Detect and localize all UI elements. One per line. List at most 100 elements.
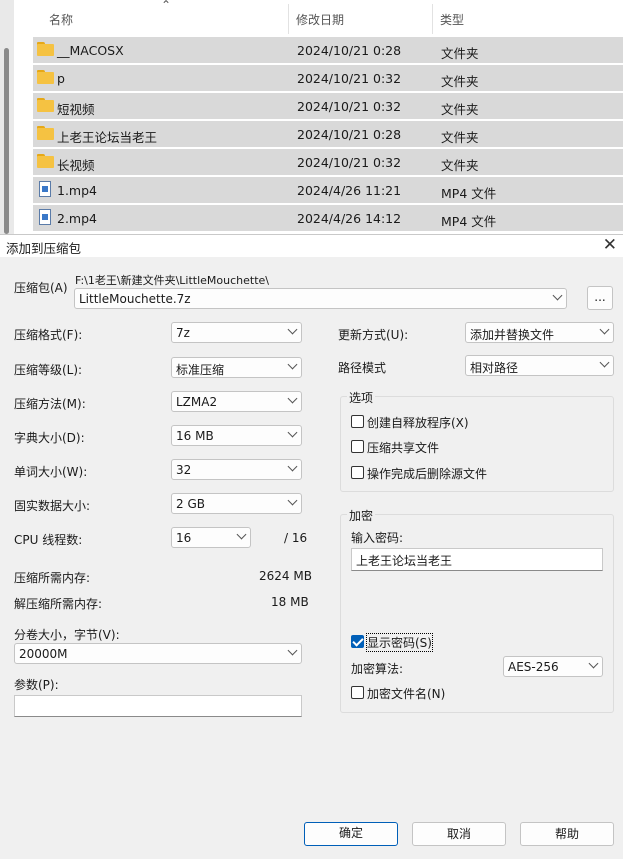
- chevron-down-icon: [287, 393, 298, 404]
- word-size-select[interactable]: 32: [171, 459, 302, 480]
- memory-compress-value: 2624 MB: [259, 569, 312, 583]
- word-size-label: 单词大小(W):: [14, 465, 88, 479]
- ok-button[interactable]: 确定: [304, 822, 398, 846]
- options-group-title: 选项: [347, 389, 376, 406]
- file-type: 文件夹: [441, 130, 479, 145]
- dialog-titlebar[interactable]: 添加到压缩包 ✕: [0, 235, 623, 257]
- level-label: 压缩等级(L):: [14, 363, 83, 377]
- volume-size-label: 分卷大小，字节(V):: [14, 628, 120, 642]
- method-label: 压缩方法(M):: [14, 397, 86, 411]
- column-name[interactable]: 名称: [49, 11, 73, 28]
- file-row[interactable]: __MACOSX 2024/10/21 0:28 文件夹: [33, 37, 623, 63]
- parameters-input[interactable]: [14, 695, 302, 717]
- encryption-group: 加密 输入密码: 上老王论坛当老王 显示密码(S) 加密算法: AES-256 …: [340, 507, 614, 713]
- file-row[interactable]: 长视频 2024/10/21 0:32 文件夹: [33, 149, 623, 175]
- file-name: 短视频: [57, 102, 95, 117]
- path-mode-value: 相对路径: [470, 361, 519, 375]
- video-file-icon: [39, 181, 51, 197]
- folder-icon: [37, 126, 54, 140]
- create-sfx-checkbox[interactable]: [351, 415, 364, 428]
- path-mode-select[interactable]: 相对路径: [465, 355, 614, 376]
- explorer-file-list: 名称 ⌃ 修改日期 类型 __MACOSX 2024/10/21 0:28 文件…: [0, 0, 623, 234]
- dialog-title: 添加到压缩包: [6, 241, 82, 256]
- file-date: 2024/10/21 0:28: [297, 127, 402, 142]
- file-name: 上老王论坛当老王: [57, 130, 158, 145]
- parameters-label: 参数(P):: [14, 678, 59, 692]
- column-separator[interactable]: [432, 4, 433, 34]
- file-type: 文件夹: [441, 46, 479, 61]
- cpu-threads-select[interactable]: 16: [171, 527, 251, 548]
- chevron-down-icon: [236, 529, 247, 540]
- file-row[interactable]: 2.mp4 2024/4/26 14:12 MP4 文件: [33, 205, 623, 231]
- file-name: p: [57, 71, 65, 86]
- chevron-down-icon: [287, 359, 298, 370]
- help-button[interactable]: 帮助: [520, 822, 614, 846]
- add-to-archive-dialog: 添加到压缩包 ✕ 压缩包(A) F:\1老王\新建文件夹\LittleMouch…: [0, 234, 623, 859]
- sort-ascending-icon: ⌃: [161, 0, 172, 12]
- method-value: LZMA2: [176, 395, 218, 409]
- chevron-down-icon: [588, 658, 599, 669]
- encryption-method-select[interactable]: AES-256: [503, 656, 603, 677]
- column-type[interactable]: 类型: [440, 11, 464, 28]
- folder-icon: [37, 70, 54, 84]
- password-input[interactable]: 上老王论坛当老王: [351, 548, 603, 571]
- chevron-down-icon: [287, 495, 298, 506]
- dictionary-value: 16 MB: [176, 429, 214, 443]
- scrollbar-thumb[interactable]: [4, 48, 9, 234]
- delete-after-label[interactable]: 操作完成后删除源文件: [367, 465, 487, 482]
- file-date: 2024/4/26 11:21: [297, 183, 402, 198]
- volume-size-combo[interactable]: 20000M: [14, 643, 302, 664]
- column-separator[interactable]: [288, 4, 289, 34]
- folder-icon: [37, 154, 54, 168]
- file-row[interactable]: p 2024/10/21 0:32 文件夹: [33, 65, 623, 91]
- create-sfx-label[interactable]: 创建自释放程序(X): [367, 414, 469, 431]
- volume-size-value: 20000M: [19, 647, 68, 661]
- file-name: __MACOSX: [57, 43, 124, 58]
- close-icon[interactable]: ✕: [603, 235, 617, 255]
- encrypt-filenames-checkbox[interactable]: [351, 686, 364, 699]
- password-label: 输入密码:: [351, 531, 404, 545]
- cpu-threads-value: 16: [176, 531, 192, 545]
- chevron-down-icon: [287, 427, 298, 438]
- file-date: 2024/4/26 14:12: [297, 211, 402, 226]
- browse-button[interactable]: ...: [587, 286, 613, 310]
- file-row[interactable]: 短视频 2024/10/21 0:32 文件夹: [33, 93, 623, 119]
- file-date: 2024/10/21 0:28: [297, 43, 402, 58]
- show-password-label[interactable]: 显示密码(S): [366, 633, 433, 652]
- archive-name-value: LittleMouchette.7z: [79, 292, 191, 306]
- file-date: 2024/10/21 0:32: [297, 99, 402, 114]
- folder-icon: [37, 42, 54, 56]
- file-row[interactable]: 上老王论坛当老王 2024/10/21 0:28 文件夹: [33, 121, 623, 147]
- encrypt-filenames-label[interactable]: 加密文件名(N): [367, 685, 445, 702]
- method-select[interactable]: LZMA2: [171, 391, 302, 412]
- update-mode-select[interactable]: 添加并替换文件: [465, 322, 614, 343]
- encryption-method-value: AES-256: [508, 660, 559, 674]
- compress-shared-label[interactable]: 压缩共享文件: [367, 439, 439, 456]
- format-select[interactable]: 7z: [171, 322, 302, 343]
- file-date: 2024/10/21 0:32: [297, 155, 402, 170]
- file-date: 2024/10/21 0:32: [297, 71, 402, 86]
- column-header: 名称 ⌃ 修改日期 类型: [30, 0, 623, 36]
- level-select[interactable]: 标准压缩: [171, 357, 302, 378]
- file-type: 文件夹: [441, 74, 479, 89]
- chevron-down-icon: [552, 290, 563, 301]
- compress-shared-checkbox[interactable]: [351, 440, 364, 453]
- path-mode-label: 路径模式: [338, 361, 387, 375]
- folder-icon: [37, 98, 54, 112]
- column-modified[interactable]: 修改日期: [296, 11, 344, 28]
- memory-decompress-label: 解压缩所需内存:: [14, 597, 103, 611]
- dictionary-select[interactable]: 16 MB: [171, 425, 302, 446]
- file-type: 文件夹: [441, 158, 479, 173]
- level-value: 标准压缩: [176, 363, 225, 377]
- file-row[interactable]: 1.mp4 2024/4/26 11:21 MP4 文件: [33, 177, 623, 203]
- dictionary-label: 字典大小(D):: [14, 431, 85, 445]
- cpu-threads-label: CPU 线程数:: [14, 533, 83, 547]
- chevron-down-icon: [599, 357, 610, 368]
- solid-size-select[interactable]: 2 GB: [171, 493, 302, 514]
- chevron-down-icon: [287, 324, 298, 335]
- cancel-button[interactable]: 取消: [412, 822, 506, 846]
- delete-after-checkbox[interactable]: [351, 466, 364, 479]
- show-password-checkbox[interactable]: [351, 635, 364, 648]
- archive-name-combo[interactable]: LittleMouchette.7z: [74, 288, 567, 309]
- memory-compress-label: 压缩所需内存:: [14, 571, 91, 585]
